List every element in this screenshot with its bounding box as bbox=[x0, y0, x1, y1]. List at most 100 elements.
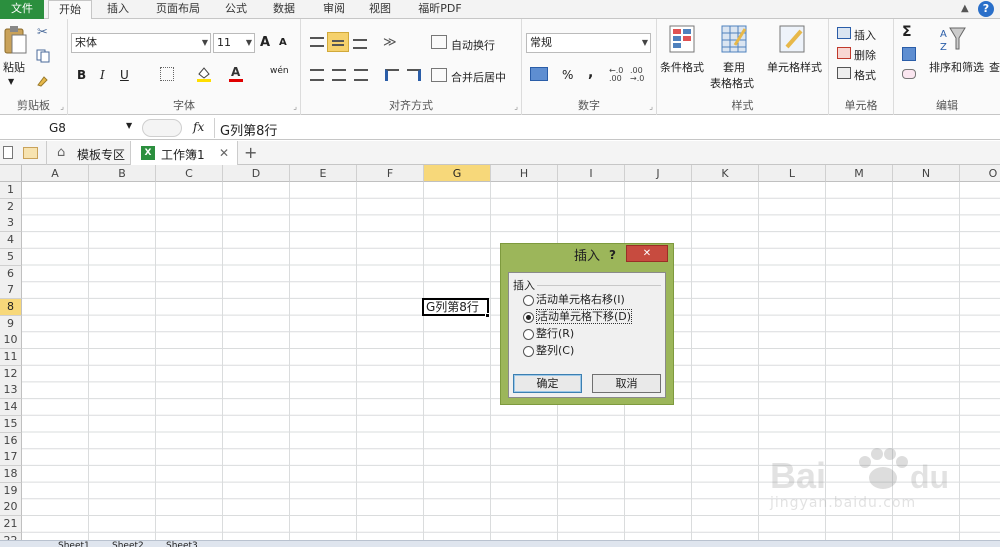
tab-data[interactable]: 数据 bbox=[266, 0, 302, 19]
column-header-I[interactable]: I bbox=[558, 165, 625, 182]
column-header-K[interactable]: K bbox=[692, 165, 759, 182]
folder-icon[interactable] bbox=[23, 147, 38, 159]
column-header-M[interactable]: M bbox=[826, 165, 893, 182]
row-header-3[interactable]: 3 bbox=[0, 215, 22, 233]
paste-icon[interactable] bbox=[2, 25, 28, 55]
tab-review[interactable]: 审阅 bbox=[316, 0, 352, 19]
format-as-table-icon[interactable] bbox=[721, 25, 747, 53]
row-header-17[interactable]: 17 bbox=[0, 449, 22, 467]
row-header-1[interactable]: 1 bbox=[0, 182, 22, 199]
conditional-format-icon[interactable] bbox=[669, 25, 695, 53]
align-bottom-icon[interactable] bbox=[353, 39, 367, 49]
row-header-11[interactable]: 11 bbox=[0, 349, 22, 366]
row-header-18[interactable]: 18 bbox=[0, 465, 22, 483]
column-header-O[interactable]: O bbox=[960, 165, 1000, 182]
column-header-C[interactable]: C bbox=[156, 165, 223, 182]
close-tab-icon[interactable]: ✕ bbox=[219, 146, 229, 160]
copy-icon[interactable] bbox=[36, 49, 50, 63]
launcher-clipboard-icon[interactable]: ⌟ bbox=[60, 102, 64, 111]
row-header-10[interactable]: 10 bbox=[0, 332, 22, 350]
row-header-13[interactable]: 13 bbox=[0, 382, 22, 400]
cancel-button[interactable]: 取消 bbox=[592, 374, 661, 393]
cell-styles-icon[interactable] bbox=[779, 25, 805, 53]
insert-function-button[interactable]: fx bbox=[193, 120, 204, 134]
row-header-9[interactable]: 9 bbox=[0, 315, 22, 333]
launcher-alignment-icon[interactable]: ⌟ bbox=[514, 102, 518, 111]
align-left-icon[interactable] bbox=[310, 69, 324, 81]
column-header-F[interactable]: F bbox=[357, 165, 424, 182]
row-header-4[interactable]: 4 bbox=[0, 232, 22, 250]
row-header-6[interactable]: 6 bbox=[0, 265, 22, 283]
align-center-icon[interactable] bbox=[332, 69, 346, 81]
number-format-combo[interactable]: 常规 ▼ bbox=[526, 33, 651, 53]
radio-shift-down[interactable]: 活动单元格下移(D) bbox=[523, 309, 633, 325]
collapse-ribbon-icon[interactable]: ▲ bbox=[961, 3, 969, 14]
percent-button[interactable]: % bbox=[562, 68, 573, 82]
wrap-text-button[interactable]: 自动换行 bbox=[451, 37, 495, 53]
add-tab-button[interactable]: + bbox=[244, 143, 257, 162]
row-header-16[interactable]: 16 bbox=[0, 432, 22, 450]
italic-button[interactable]: I bbox=[100, 68, 105, 82]
tab-view[interactable]: 视图 bbox=[362, 0, 398, 19]
cut-icon[interactable]: ✂ bbox=[37, 25, 48, 40]
find-select-button[interactable]: 查 bbox=[989, 59, 1000, 75]
paste-dropdown-icon[interactable]: ▼ bbox=[8, 77, 14, 86]
autosum-button[interactable]: Σ bbox=[902, 24, 912, 40]
tab-workbook1[interactable]: X 工作簿1 ✕ bbox=[131, 141, 238, 165]
launcher-font-icon[interactable]: ⌟ bbox=[293, 102, 297, 111]
phonetic-button[interactable]: wén bbox=[270, 66, 289, 76]
sheet-tab-1[interactable]: Sheet1 bbox=[58, 542, 90, 547]
tab-file[interactable]: 文件 bbox=[0, 0, 44, 19]
column-header-A[interactable]: A bbox=[22, 165, 89, 182]
row-header-22[interactable]: 22 bbox=[0, 532, 22, 540]
increase-indent-icon[interactable] bbox=[407, 69, 421, 81]
select-all-corner[interactable] bbox=[0, 165, 22, 182]
fill-handle[interactable] bbox=[485, 313, 490, 318]
row-header-14[interactable]: 14 bbox=[0, 399, 22, 417]
fill-icon[interactable] bbox=[902, 47, 916, 61]
decrease-indent-icon[interactable] bbox=[385, 69, 399, 81]
font-name-combo[interactable]: 宋体 ▼ bbox=[71, 33, 211, 53]
launcher-number-icon[interactable]: ⌟ bbox=[649, 102, 653, 111]
format-cells-button[interactable]: 格式 bbox=[854, 67, 876, 83]
column-header-L[interactable]: L bbox=[759, 165, 826, 182]
underline-button[interactable]: U bbox=[120, 68, 129, 82]
name-box[interactable]: G8 bbox=[2, 119, 138, 137]
fill-color-icon[interactable] bbox=[196, 65, 212, 83]
delete-cells-button[interactable]: 删除 bbox=[854, 47, 876, 63]
cell-styles-button[interactable]: 单元格样式 bbox=[767, 59, 822, 75]
row-header-20[interactable]: 20 bbox=[0, 499, 22, 517]
align-top-icon[interactable] bbox=[310, 37, 324, 47]
column-header-H[interactable]: H bbox=[491, 165, 558, 182]
row-header-7[interactable]: 7 bbox=[0, 282, 22, 300]
format-painter-icon[interactable] bbox=[36, 73, 50, 87]
new-file-icon[interactable] bbox=[3, 146, 13, 159]
formula-bar-slider[interactable] bbox=[142, 119, 182, 137]
row-header-2[interactable]: 2 bbox=[0, 198, 22, 216]
column-header-N[interactable]: N bbox=[893, 165, 960, 182]
column-header-J[interactable]: J bbox=[625, 165, 692, 182]
font-size-combo[interactable]: 11 ▼ bbox=[213, 33, 255, 53]
currency-icon[interactable] bbox=[530, 67, 548, 81]
radio-shift-right[interactable]: 活动单元格右移(I) bbox=[523, 293, 625, 308]
column-header-B[interactable]: B bbox=[89, 165, 156, 182]
bold-button[interactable]: B bbox=[77, 68, 86, 82]
increase-decimal-icon[interactable]: ←.0.00 bbox=[609, 67, 623, 83]
radio-entire-row[interactable]: 整行(R) bbox=[523, 327, 574, 342]
sort-filter-button[interactable]: 排序和筛选 bbox=[929, 59, 984, 75]
row-header-21[interactable]: 21 bbox=[0, 516, 22, 533]
tab-formulas[interactable]: 公式 bbox=[218, 0, 254, 19]
sheet-tab-3[interactable]: Sheet3 bbox=[166, 542, 198, 547]
dialog-close-button[interactable]: ✕ bbox=[626, 245, 668, 262]
border-icon[interactable] bbox=[160, 67, 174, 81]
row-header-12[interactable]: 12 bbox=[0, 365, 22, 383]
insert-cells-button[interactable]: 插入 bbox=[854, 27, 876, 43]
clear-icon[interactable] bbox=[902, 69, 916, 79]
align-right-icon[interactable] bbox=[354, 69, 368, 81]
active-cell-G8[interactable]: G列第8行 bbox=[422, 298, 489, 316]
tab-foxit-pdf[interactable]: 福昕PDF bbox=[410, 0, 470, 19]
format-as-table-button-line2[interactable]: 表格格式 bbox=[710, 75, 754, 91]
comma-button[interactable]: , bbox=[588, 65, 593, 81]
dialog-help-button[interactable]: ? bbox=[609, 248, 616, 262]
help-icon[interactable]: ? bbox=[978, 1, 994, 17]
